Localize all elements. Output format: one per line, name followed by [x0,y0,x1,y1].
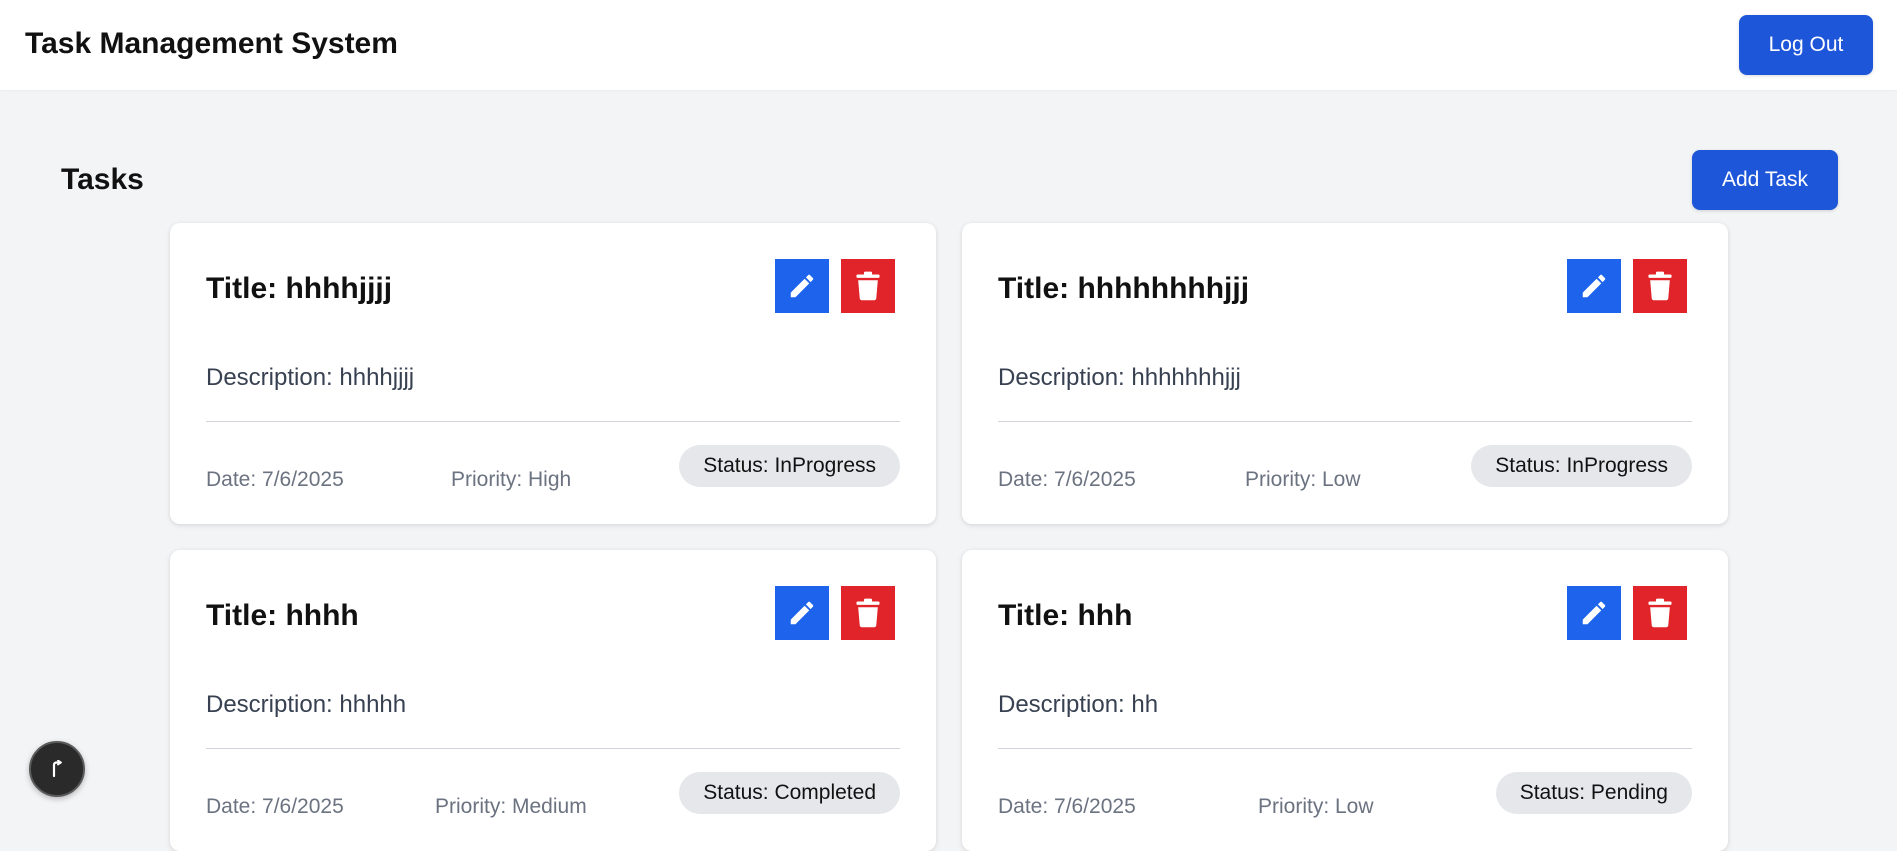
delete-task-button[interactable] [841,586,895,640]
divider [206,748,900,749]
task-card: Title: hhhhjjjj Description: hhhhjjjj Da… [170,223,936,524]
task-priority: Priority: Low [1245,468,1361,491]
floating-action-button[interactable] [29,741,85,797]
divider [206,421,900,422]
task-card: Title: hhhhhhhhjjj Description: hhhhhhhj… [962,223,1728,524]
pencil-icon [1582,274,1606,298]
add-task-button[interactable]: Add Task [1692,150,1838,210]
status-badge: Status: InProgress [679,445,900,487]
task-title: Title: hhhhhhhhjjj [998,272,1250,305]
delete-task-button[interactable] [1633,259,1687,313]
logout-button[interactable]: Log Out [1739,15,1873,75]
edit-task-button[interactable] [1567,586,1621,640]
task-title: Title: hhh [998,599,1133,632]
task-description: Description: hhhhhhhjjj [998,364,1241,391]
edit-task-button[interactable] [1567,259,1621,313]
page-title: Tasks [61,163,144,196]
trash-icon [856,598,880,628]
task-date: Date: 7/6/2025 [206,795,344,818]
task-priority: Priority: Low [1258,795,1374,818]
top-bar: Task Management System Log Out [0,0,1897,90]
edit-task-button[interactable] [775,586,829,640]
app-title: Task Management System [25,27,398,60]
delete-task-button[interactable] [1633,586,1687,640]
edit-task-button[interactable] [775,259,829,313]
task-card: Title: hhh Description: hh Date: 7/6/202… [962,550,1728,851]
divider [998,421,1692,422]
pencil-icon [790,601,814,625]
task-date: Date: 7/6/2025 [206,468,344,491]
status-badge: Status: Completed [679,772,900,814]
task-description: Description: hhhhjjjj [206,364,415,391]
task-priority: Priority: High [451,468,572,491]
delete-task-button[interactable] [841,259,895,313]
task-title: Title: hhhhjjjj [206,272,393,305]
divider [998,748,1692,749]
task-card: Title: hhhh Description: hhhhh Date: 7/6… [170,550,936,851]
task-priority: Priority: Medium [435,795,587,818]
task-date: Date: 7/6/2025 [998,468,1136,491]
status-badge: Status: InProgress [1471,445,1692,487]
pencil-icon [790,274,814,298]
cursor-icon [52,760,62,778]
task-date: Date: 7/6/2025 [998,795,1136,818]
pencil-icon [1582,601,1606,625]
trash-icon [1648,598,1672,628]
status-badge: Status: Pending [1495,772,1692,814]
trash-icon [1648,271,1672,301]
task-description: Description: hhhhh [206,691,407,718]
task-description: Description: hh [998,691,1159,718]
trash-icon [856,271,880,301]
task-title: Title: hhhh [206,599,359,632]
